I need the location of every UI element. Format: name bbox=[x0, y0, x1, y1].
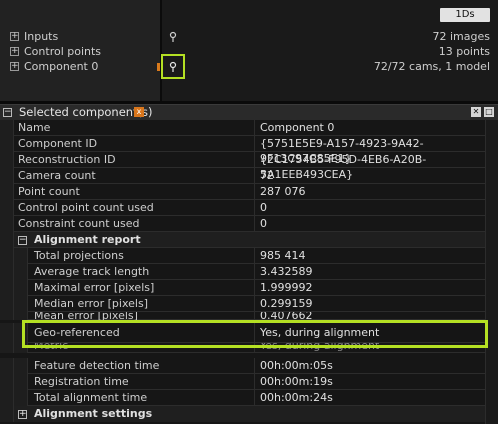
property-value: 00h:00m:24s bbox=[260, 391, 333, 404]
property-name: Mean error [pixels] bbox=[34, 312, 138, 320]
property-name: Component ID bbox=[18, 137, 98, 150]
panel-title: Selected component(s) bbox=[19, 105, 153, 119]
property-name: Control point count used bbox=[18, 201, 154, 214]
property-row[interactable]: Mean error [pixels] 0.407662 bbox=[0, 312, 498, 320]
property-name: Name bbox=[18, 121, 51, 134]
selection-marker bbox=[157, 63, 160, 71]
property-row[interactable]: Control point count used 0 bbox=[0, 200, 498, 216]
expand-icon[interactable]: + bbox=[10, 32, 19, 41]
tree-item-label: Component 0 bbox=[24, 60, 99, 73]
property-value: 00h:00m:19s bbox=[260, 375, 333, 388]
vertical-scrollbar[interactable] bbox=[485, 120, 498, 424]
property-name: Point count bbox=[18, 185, 80, 198]
property-name: Camera count bbox=[18, 169, 96, 182]
view-mode-button[interactable]: 1Ds bbox=[440, 8, 490, 22]
property-row[interactable]: Component ID {5751E5E9-A157-4923-9A42-9F… bbox=[0, 136, 498, 165]
tree-item-value: 13 points bbox=[438, 45, 490, 58]
collapse-icon[interactable]: − bbox=[3, 108, 12, 117]
tree-item-inputs[interactable]: + Inputs 72 images bbox=[0, 29, 498, 44]
tree-item-control-points[interactable]: + Control points 13 points bbox=[0, 44, 498, 59]
property-row[interactable]: Registration time 00h:00m:19s bbox=[0, 374, 498, 390]
property-row[interactable]: Total alignment time 00h:00m:24s bbox=[0, 390, 498, 406]
tree-item-label: Control points bbox=[24, 45, 102, 58]
property-value: 0.299159 bbox=[260, 297, 313, 310]
properties-grid: Name Component 0 Component ID {5751E5E9-… bbox=[0, 120, 498, 424]
property-row[interactable]: Total projections 985 414 bbox=[0, 248, 498, 264]
panel-header[interactable]: − Selected component(s) x ✕ □ bbox=[0, 104, 498, 120]
property-value: 3.432589 bbox=[260, 265, 313, 278]
expand-icon[interactable]: + bbox=[10, 62, 19, 71]
property-value: 72 bbox=[260, 169, 274, 182]
tree-item-value: 72 images bbox=[432, 30, 491, 43]
collapse-icon[interactable]: − bbox=[18, 236, 27, 245]
property-row[interactable]: Maximal error [pixels] 1.999992 bbox=[0, 280, 498, 296]
top-panel: 1Ds + Inputs 72 images + Control points … bbox=[0, 0, 498, 101]
property-name: Average track length bbox=[34, 265, 150, 278]
map-pin-icon bbox=[169, 31, 177, 42]
property-name: Maximal error [pixels] bbox=[34, 281, 155, 294]
property-value: 287 076 bbox=[260, 185, 306, 198]
property-value: Component 0 bbox=[260, 121, 335, 134]
property-value: 0.407662 bbox=[260, 312, 313, 320]
group-alignment-report[interactable]: − Alignment report bbox=[0, 232, 498, 248]
tree-item-component-0[interactable]: + Component 0 72/72 cams, 1 model bbox=[0, 59, 498, 74]
close-panel-icon[interactable]: ✕ bbox=[471, 107, 481, 117]
tree-item-value: 72/72 cams, 1 model bbox=[373, 60, 490, 73]
property-row[interactable]: Name Component 0 bbox=[0, 120, 498, 136]
property-row[interactable]: Reconstruction ID {2C1754B5-F95D-4EB6-A2… bbox=[0, 152, 498, 181]
property-value: 0 bbox=[260, 217, 267, 230]
expand-icon[interactable]: + bbox=[18, 410, 27, 419]
property-name: Constraint count used bbox=[18, 217, 140, 230]
property-row[interactable]: Point count 287 076 bbox=[0, 184, 498, 200]
property-value: 1.999992 bbox=[260, 281, 313, 294]
property-name: Reconstruction ID bbox=[18, 153, 116, 166]
property-row[interactable]: Constraint count used 0 bbox=[0, 216, 498, 232]
property-row[interactable]: Median error [pixels] 0.299159 bbox=[0, 296, 498, 312]
group-alignment-settings[interactable]: + Alignment settings bbox=[0, 406, 498, 422]
property-row[interactable]: Average track length 3.432589 bbox=[0, 264, 498, 280]
expand-icon[interactable]: + bbox=[10, 47, 19, 56]
property-name: Median error [pixels] bbox=[34, 297, 148, 310]
property-row[interactable]: Camera count 72 bbox=[0, 168, 498, 184]
property-name: Total alignment time bbox=[34, 391, 148, 404]
property-value: 00h:00m:05s bbox=[260, 359, 333, 372]
property-row[interactable]: Feature detection time 00h:00m:05s bbox=[0, 358, 498, 374]
property-name: Feature detection time bbox=[34, 359, 160, 372]
highlight-box-pin bbox=[161, 54, 185, 79]
property-value: 985 414 bbox=[260, 249, 306, 262]
float-panel-icon[interactable]: □ bbox=[484, 107, 494, 117]
group-label: Alignment report bbox=[34, 233, 141, 246]
group-label: Alignment settings bbox=[34, 407, 153, 420]
pin-panel-icon[interactable]: x bbox=[134, 107, 144, 117]
property-value: 0 bbox=[260, 201, 267, 214]
property-name: Total projections bbox=[34, 249, 124, 262]
tree-item-label: Inputs bbox=[24, 30, 59, 43]
highlight-box-geo-referenced bbox=[22, 320, 488, 348]
property-name: Registration time bbox=[34, 375, 129, 388]
